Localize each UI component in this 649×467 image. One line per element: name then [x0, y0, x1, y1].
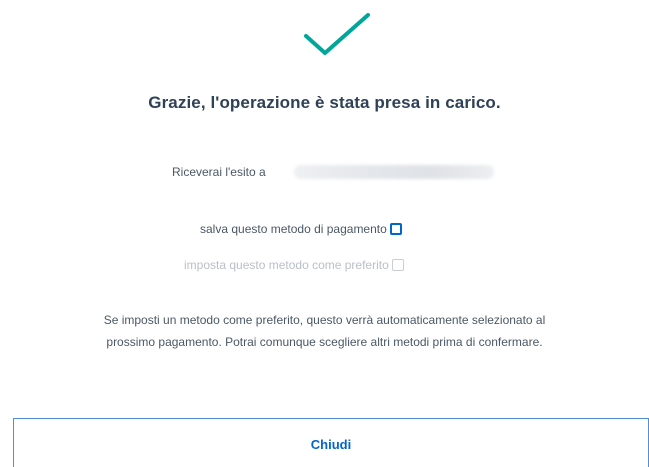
close-button[interactable]: Chiudi	[13, 418, 649, 467]
save-method-option[interactable]: salva questo metodo di pagamento	[200, 220, 402, 238]
set-preferred-checkbox	[391, 259, 404, 271]
confirmation-title: Grazie, l'operazione è stata presa in ca…	[148, 93, 501, 112]
info-line-2: prossimo pagamento. Potrai comunque sceg…	[106, 335, 543, 349]
preferred-info-text: Se imposti un metodo come preferito, que…	[0, 309, 649, 353]
set-preferred-option: imposta questo metodo come preferito	[184, 256, 404, 274]
set-preferred-label: imposta questo metodo come preferito	[184, 258, 389, 272]
outcome-label: Riceverai l'esito a	[172, 165, 266, 179]
save-method-label: salva questo metodo di pagamento	[200, 222, 387, 236]
outcome-email-redacted	[293, 165, 494, 179]
outcome-row: Riceverai l'esito a	[172, 163, 494, 181]
check-icon	[304, 13, 370, 55]
save-method-checkbox[interactable]	[389, 223, 402, 235]
info-line-1: Se imposti un metodo come preferito, que…	[103, 313, 546, 327]
